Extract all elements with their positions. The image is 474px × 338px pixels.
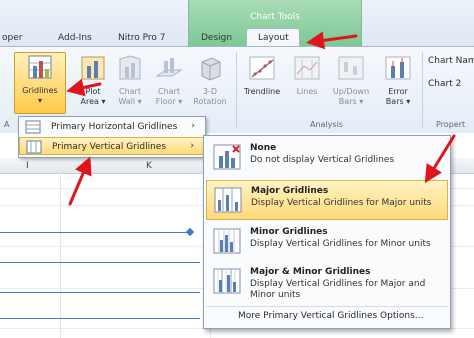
- chart-wall-icon: [119, 55, 141, 80]
- ribbon-separator: [422, 52, 423, 128]
- grid-line: [60, 173, 61, 338]
- chart-floor-button[interactable]: Chart Floor ▾: [150, 54, 188, 107]
- error-bars-label-1: Error: [388, 87, 408, 96]
- horizontal-gridlines-icon: [25, 120, 41, 134]
- chart-name-label: Chart Name: [428, 56, 474, 66]
- tab-layout[interactable]: Layout: [258, 33, 289, 43]
- plot-area-label-2: Area ▾: [80, 97, 106, 106]
- menu-item-label: Primary Vertical Gridlines: [52, 142, 167, 152]
- 3d-rotation-button[interactable]: 3-D Rotation: [190, 54, 230, 107]
- vertical-gridlines-icon: [26, 140, 42, 154]
- gridlines-label: Gridlines: [22, 86, 58, 95]
- chevron-right-icon: ›: [191, 121, 195, 131]
- plot-area-button[interactable]: Plot Area ▾: [74, 54, 112, 107]
- trendline-icon: [249, 56, 275, 80]
- up-down-bars-button[interactable]: Up/Down Bars ▾: [328, 54, 374, 107]
- 3d-rotation-label-2: Rotation: [193, 97, 227, 106]
- menu-item-primary-vertical-gridlines[interactable]: Primary Vertical Gridlines ›: [19, 137, 205, 155]
- chart-floor-icon: [155, 58, 183, 77]
- up-down-bars-label-2: Bars ▾: [338, 97, 364, 106]
- submenu-item-description: Display Vertical Gridlines for Minor uni…: [250, 239, 431, 249]
- group-label-analysis: Analysis: [310, 120, 343, 129]
- submenu-item-major-gridlines[interactable]: Major Gridlines Display Vertical Gridlin…: [206, 180, 448, 220]
- gridlines-dropdown: Primary Horizontal Gridlines › Primary V…: [18, 116, 206, 158]
- submenu-item-title: Major Gridlines: [251, 186, 329, 196]
- gridlines-button[interactable]: Gridlines ▾: [14, 52, 66, 114]
- column-header-k[interactable]: K: [146, 161, 152, 171]
- vertical-gridlines-submenu: None Do not display Vertical Gridlines M…: [203, 135, 451, 329]
- gridlines-icon: [28, 55, 52, 79]
- submenu-item-title: Minor Gridlines: [250, 227, 328, 237]
- up-down-bars-icon: [338, 56, 364, 80]
- trendline-label: Trendline: [243, 87, 281, 96]
- more-options-label: More Primary Vertical Gridlines Options.…: [238, 311, 424, 321]
- chart-tools-title: Chart Tools: [250, 12, 300, 22]
- menu-item-primary-horizontal-gridlines[interactable]: Primary Horizontal Gridlines ›: [19, 118, 205, 136]
- tab-add-ins[interactable]: Add-Ins: [58, 33, 92, 43]
- submenu-item-description: Display Vertical Gridlines for Major uni…: [251, 198, 432, 208]
- lines-label: Lines: [296, 87, 318, 96]
- chevron-down-icon: ▾: [37, 96, 42, 105]
- submenu-item-title: None: [250, 143, 277, 153]
- tab-design[interactable]: Design: [201, 33, 232, 43]
- major-minor-gridlines-icon: [213, 268, 241, 294]
- chart-name-field[interactable]: Chart 2: [428, 79, 461, 89]
- error-bars-label-2: Bars ▾: [385, 97, 411, 106]
- up-down-bars-label-1: Up/Down: [332, 87, 370, 96]
- group-label-properties: Propert: [436, 120, 466, 129]
- major-gridlines-icon: [214, 187, 242, 213]
- chart-floor-label-2: Floor ▾: [155, 97, 183, 106]
- column-header-i[interactable]: I: [26, 161, 29, 171]
- error-bars-button[interactable]: Error Bars ▾: [378, 54, 418, 107]
- submenu-item-title: Major & Minor Gridlines: [250, 267, 371, 277]
- minor-gridlines-icon: [213, 228, 241, 254]
- chart-wall-label-1: Chart: [119, 87, 141, 96]
- 3d-rotation-label-1: 3-D: [202, 87, 218, 96]
- lines-icon: [294, 56, 320, 80]
- error-bars-icon: [385, 56, 411, 80]
- plot-area-label-1: Plot: [85, 87, 101, 96]
- chart-series-line: [0, 318, 200, 319]
- chart-wall-button[interactable]: Chart Wall ▾: [112, 54, 148, 107]
- group-label-axes: A: [4, 120, 10, 129]
- more-vertical-gridlines-options[interactable]: More Primary Vertical Gridlines Options.…: [206, 306, 448, 325]
- lines-button[interactable]: Lines: [290, 54, 324, 97]
- chart-series-line: [0, 292, 200, 293]
- submenu-item-none[interactable]: None Do not display Vertical Gridlines: [206, 138, 448, 178]
- trendline-button[interactable]: Trendline: [240, 54, 284, 97]
- submenu-item-description: Do not display Vertical Gridlines: [250, 155, 395, 165]
- chart-series-line: [0, 232, 190, 233]
- chart-series-line: [0, 262, 200, 263]
- tab-nitro-pro[interactable]: Nitro Pro 7: [118, 33, 166, 43]
- chart-floor-label-1: Chart: [158, 87, 180, 96]
- chart-wall-label-2: Wall ▾: [118, 97, 142, 106]
- menu-item-label: Primary Horizontal Gridlines: [51, 122, 178, 132]
- chevron-right-icon: ›: [190, 141, 194, 151]
- plot-area-icon: [81, 56, 105, 80]
- cube-icon: [201, 57, 221, 81]
- ribbon-separator: [236, 52, 237, 128]
- submenu-item-description: Display Vertical Gridlines for Major and…: [250, 279, 426, 300]
- no-gridlines-icon: [213, 144, 241, 170]
- tab-developer[interactable]: oper: [2, 33, 22, 43]
- submenu-item-major-minor-gridlines[interactable]: Major & Minor Gridlines Display Vertical…: [206, 262, 448, 302]
- submenu-item-minor-gridlines[interactable]: Minor Gridlines Display Vertical Gridlin…: [206, 222, 448, 262]
